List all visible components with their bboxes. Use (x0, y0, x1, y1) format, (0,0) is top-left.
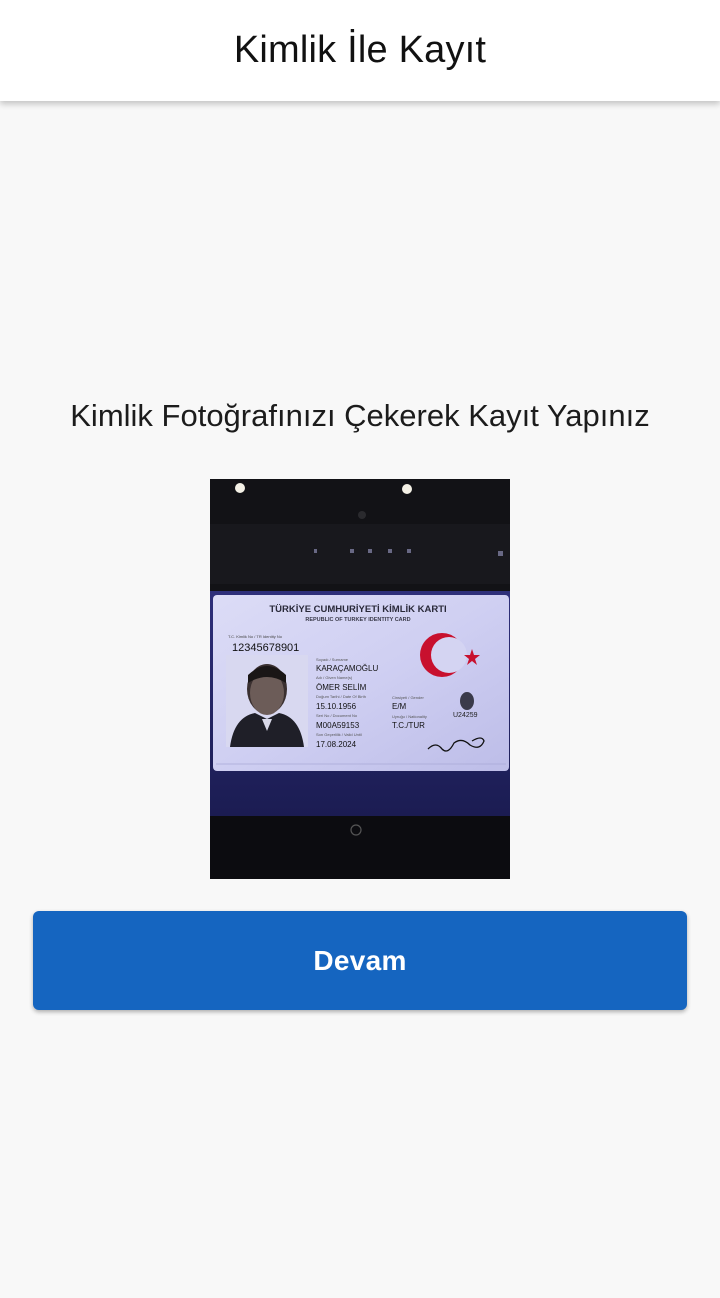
nationality: T.C./TUR (392, 721, 425, 730)
continue-button[interactable]: Devam (33, 911, 687, 1010)
card-title-en: REPUBLIC OF TURKEY IDENTITY CARD (305, 617, 410, 623)
gender: E/M (392, 702, 407, 711)
surname-label: Soyadı / Surname (316, 657, 349, 662)
instruction-text: Kimlik Fotoğrafınızı Çekerek Kayıt Yapın… (70, 398, 650, 433)
date-of-birth: 15.10.1956 (316, 702, 357, 711)
continue-button-label: Devam (313, 944, 407, 976)
serial-label: Seri No / Document No (316, 713, 358, 718)
app-bar: Kimlik İle Kayıt (0, 0, 720, 101)
small-code: U24259 (453, 712, 478, 719)
tc-no-label: T.C. Kimlik No / TR Identity No (228, 634, 283, 639)
serial-no: M00A59153 (316, 721, 360, 730)
given-name: ÖMER SELİM (316, 683, 367, 692)
surname: KARAÇAMOĞLU (316, 664, 378, 673)
valid-until-label: Son Geçerlilik / Valid Until (316, 732, 362, 737)
name-label: Adı / Given Name(s) (316, 675, 353, 680)
card-title-tr: TÜRKİYE CUMHURİYETİ KİMLİK KARTI (269, 604, 446, 615)
tc-no: 12345678901 (232, 642, 299, 654)
page-title: Kimlik İle Kayıt (233, 29, 487, 71)
valid-until: 17.08.2024 (316, 740, 357, 749)
gender-label: Cinsiyeti / Gender (392, 695, 424, 700)
nationality-label: Uyruğu / Nationality (392, 714, 427, 719)
dob-label: Doğum Tarihi / Date Of Birth (316, 694, 366, 699)
id-card-photo: TÜRKİYE CUMHURİYETİ KİMLİK KARTI REPUBLI… (210, 479, 510, 879)
